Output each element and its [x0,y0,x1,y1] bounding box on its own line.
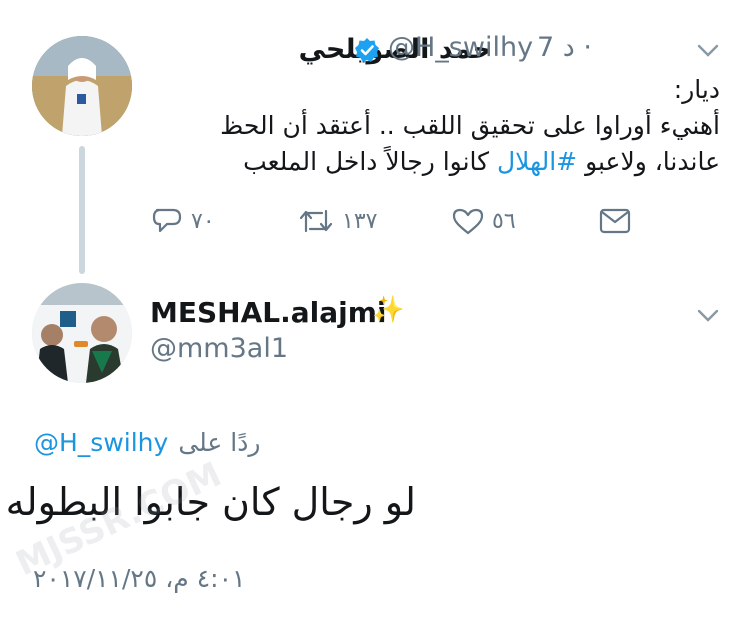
hashtag-link[interactable]: #الهلال [497,147,577,176]
retweet-action[interactable]: ١٣٧ [298,207,377,235]
like-action[interactable]: ٥٦ [452,207,516,235]
message-icon[interactable] [599,208,631,238]
sparkles-icon: ✨ [372,295,405,325]
like-count: ٥٦ [492,208,516,234]
avatar-hamad[interactable] [32,36,132,136]
tweet-text: ديار: أهنيء أوراوا على تحقيق اللقب .. أع… [180,72,720,180]
chevron-down-icon[interactable] [697,308,719,322]
avatar-meshal[interactable] [32,283,132,383]
reply-timestamp[interactable]: ٤:٠١ م، ٢٠١٧/١١/٢٥ [33,564,245,593]
retweet-icon [298,207,334,235]
reply-display-name[interactable]: MESHAL.alajmi [150,296,387,329]
tweet-time[interactable]: 7 د · [537,32,592,63]
thread-connector-line [79,146,85,274]
like-icon [452,207,484,235]
replying-to-handle[interactable]: @H_swilhy [34,428,168,457]
tweet-text-line: أهنيء أوراوا على تحقيق اللقب .. أعتقد أن… [220,111,720,140]
reply-count: ٧٠ [191,208,215,234]
tweet-text-segment: عاندنا، ولاعبو [577,147,720,176]
tweet-text-line: ديار: [673,75,720,104]
tweet-text-line: عاندنا، ولاعبو #الهلال كانوا رجالاً داخل… [180,144,720,180]
reply-handle[interactable]: @mm3al1 [150,333,288,364]
reply-icon [151,207,183,235]
retweet-count: ١٣٧ [342,208,378,234]
reply-action[interactable]: ٧٠ [151,207,215,235]
replying-to-label: ردًا على [178,428,261,457]
tweet-text-segment: كانوا رجالاً داخل الملعب [243,147,498,176]
chevron-down-icon[interactable] [697,43,719,57]
tweet-handle[interactable]: @H_swilhy [388,32,533,63]
verified-badge-icon [354,37,380,63]
replying-to: @H_swilhy ردًا على [34,428,260,457]
